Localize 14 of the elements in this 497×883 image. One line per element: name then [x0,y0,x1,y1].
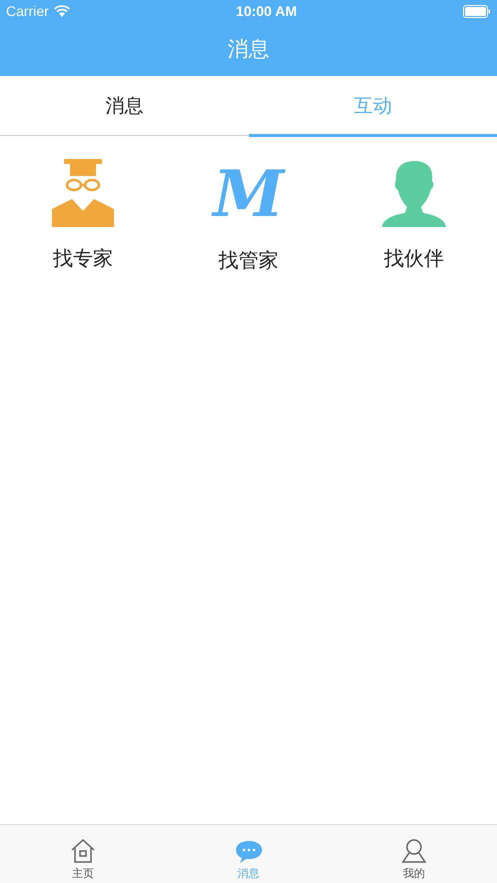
home-icon [70,838,96,864]
tab-bar-item[interactable]: 我的 [331,825,497,883]
tab-bar-item[interactable]: 主页 [0,825,166,883]
user-icon [401,838,428,864]
segment-tab[interactable]: 消息 [0,76,248,136]
carrier-label: Carrier [6,3,49,19]
m-logo-icon: M [213,159,284,231]
battery-icon [462,4,491,18]
wifi-icon [54,5,70,17]
feature-label[interactable]: 找专家 [52,245,113,272]
page-title: 消息 [228,36,270,63]
feature-label[interactable]: 找伙伴 [384,245,444,272]
status-time: 10:00 AM [236,3,297,19]
feature-label[interactable]: 找管家 [218,247,278,274]
